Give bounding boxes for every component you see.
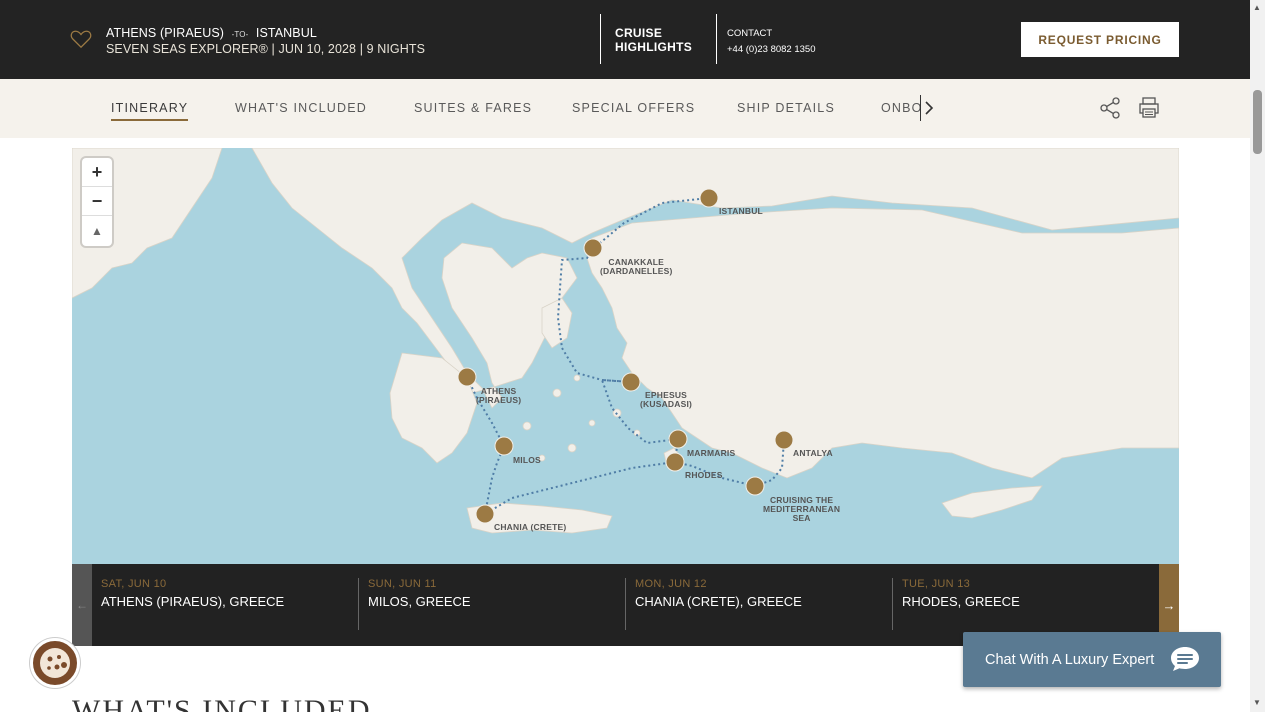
day-date: SAT, JUN 10 [101, 578, 167, 590]
port-label-marmaris: MARMARIS [687, 448, 736, 458]
print-icon[interactable] [1138, 96, 1160, 120]
scroll-up-arrow[interactable]: ▲ [1253, 3, 1261, 12]
chat-label: Chat With A Luxury Expert [985, 651, 1155, 668]
trip-summary: ATHENS (PIRAEUS) -TO- ISTANBUL SEVEN SEA… [106, 26, 426, 56]
highlights-line2: HIGHLIGHTS [615, 40, 692, 54]
port-label-antalya: ANTALYA [793, 448, 833, 458]
day-divider [892, 578, 893, 630]
request-pricing-button[interactable]: REQUEST PRICING [1021, 22, 1179, 57]
map-zoom-controls: + − ▲ [82, 158, 112, 246]
tab-onboard[interactable]: ONBOARD [881, 101, 921, 115]
chat-with-expert-button[interactable]: Chat With A Luxury Expert [963, 632, 1221, 687]
itinerary-day[interactable]: MON, JUN 12 CHANIA (CRETE), GREECE [635, 578, 895, 609]
port-label-athens: ATHENS (PIRAEUS) [476, 386, 522, 405]
tab-special-offers[interactable]: SPECIAL OFFERS [572, 101, 695, 115]
itinerary-day[interactable]: SUN, JUN 11 MILOS, GREECE [368, 578, 628, 609]
day-divider [625, 578, 626, 630]
port-label-chania: CHANIA (CRETE) [494, 522, 567, 532]
contact-block: CONTACT +44 (0)23 8082 1350 [727, 26, 815, 58]
chat-bubble-icon [1171, 647, 1199, 671]
tab-onboard-clip: ONBOARD [881, 101, 921, 117]
header-divider [716, 14, 717, 64]
carousel-prev-button[interactable]: ← [72, 564, 92, 646]
chevron-right-icon [925, 101, 934, 115]
scroll-thumb[interactable] [1253, 90, 1262, 154]
zoom-out-button[interactable]: − [82, 187, 112, 216]
day-date: MON, JUN 12 [635, 578, 707, 590]
itinerary-day[interactable]: SAT, JUN 10 ATHENS (PIRAEUS), GREECE [101, 578, 361, 609]
port-label-cruising: CRUISING THE MEDITERRANEAN SEA [763, 495, 841, 523]
day-port: CHANIA (CRETE), GREECE [635, 594, 802, 609]
page-scrollbar[interactable]: ▲ ▼ [1250, 0, 1265, 712]
day-port: MILOS, GREECE [368, 594, 471, 609]
port-label-milos: MILOS [513, 455, 541, 465]
page: ATHENS (PIRAEUS) -TO- ISTANBUL SEVEN SEA… [0, 0, 1250, 712]
itinerary-day[interactable]: TUE, JUN 13 RHODES, GREECE [902, 578, 1162, 609]
route-from: ATHENS (PIRAEUS) [106, 26, 225, 40]
route-to-word: -TO- [231, 30, 249, 39]
contact-phone-link[interactable]: +44 (0)23 8082 1350 [727, 42, 815, 58]
port-label-canakkale: CANAKKALE (DARDANELLES) [600, 257, 673, 276]
port-label-istanbul: ISTANBUL [719, 206, 763, 216]
day-port: ATHENS (PIRAEUS), GREECE [101, 594, 285, 609]
day-divider [358, 578, 359, 630]
favorite-heart-icon[interactable] [70, 29, 92, 49]
tab-suites-fares[interactable]: SUITES & FARES [414, 101, 532, 115]
day-port: RHODES, GREECE [902, 594, 1020, 609]
cookie-icon [40, 648, 70, 678]
header-divider [600, 14, 601, 64]
section-title-whats-included: WHAT'S INCLUDED [72, 694, 372, 712]
day-date: TUE, JUN 13 [902, 578, 971, 590]
nights: 9 NIGHTS [366, 42, 426, 56]
port-label-ephesus: EPHESUS (KUSADASI) [640, 390, 693, 409]
zoom-in-button[interactable]: + [82, 158, 112, 187]
sail-date: JUN 10, 2028 [278, 42, 357, 56]
tab-ship-details[interactable]: SHIP DETAILS [737, 101, 835, 115]
nav-scroll-right-button[interactable] [920, 95, 938, 121]
top-header: ATHENS (PIRAEUS) -TO- ISTANBUL SEVEN SEA… [0, 0, 1250, 79]
section-nav: ITINERARY WHAT'S INCLUDED SUITES & FARES… [0, 79, 1250, 138]
ship-name: SEVEN SEAS EXPLORER® [106, 42, 268, 56]
scroll-down-arrow[interactable]: ▼ [1253, 698, 1261, 707]
day-date: SUN, JUN 11 [368, 578, 437, 590]
highlights-line1: CRUISE [615, 26, 663, 40]
tab-whats-included[interactable]: WHAT'S INCLUDED [235, 101, 367, 115]
contact-label: CONTACT [727, 28, 773, 39]
share-icon[interactable] [1099, 96, 1121, 120]
port-label-rhodes: RHODES [685, 470, 723, 480]
itinerary-map[interactable] [72, 148, 1179, 564]
cookie-settings-button[interactable] [30, 638, 80, 688]
tab-itinerary[interactable]: ITINERARY [111, 101, 189, 121]
cruise-highlights-link[interactable]: CRUISE HIGHLIGHTS [615, 26, 692, 54]
route-to: ISTANBUL [255, 26, 317, 40]
reset-bearing-button[interactable]: ▲ [82, 216, 112, 245]
map-canvas [72, 148, 1179, 534]
